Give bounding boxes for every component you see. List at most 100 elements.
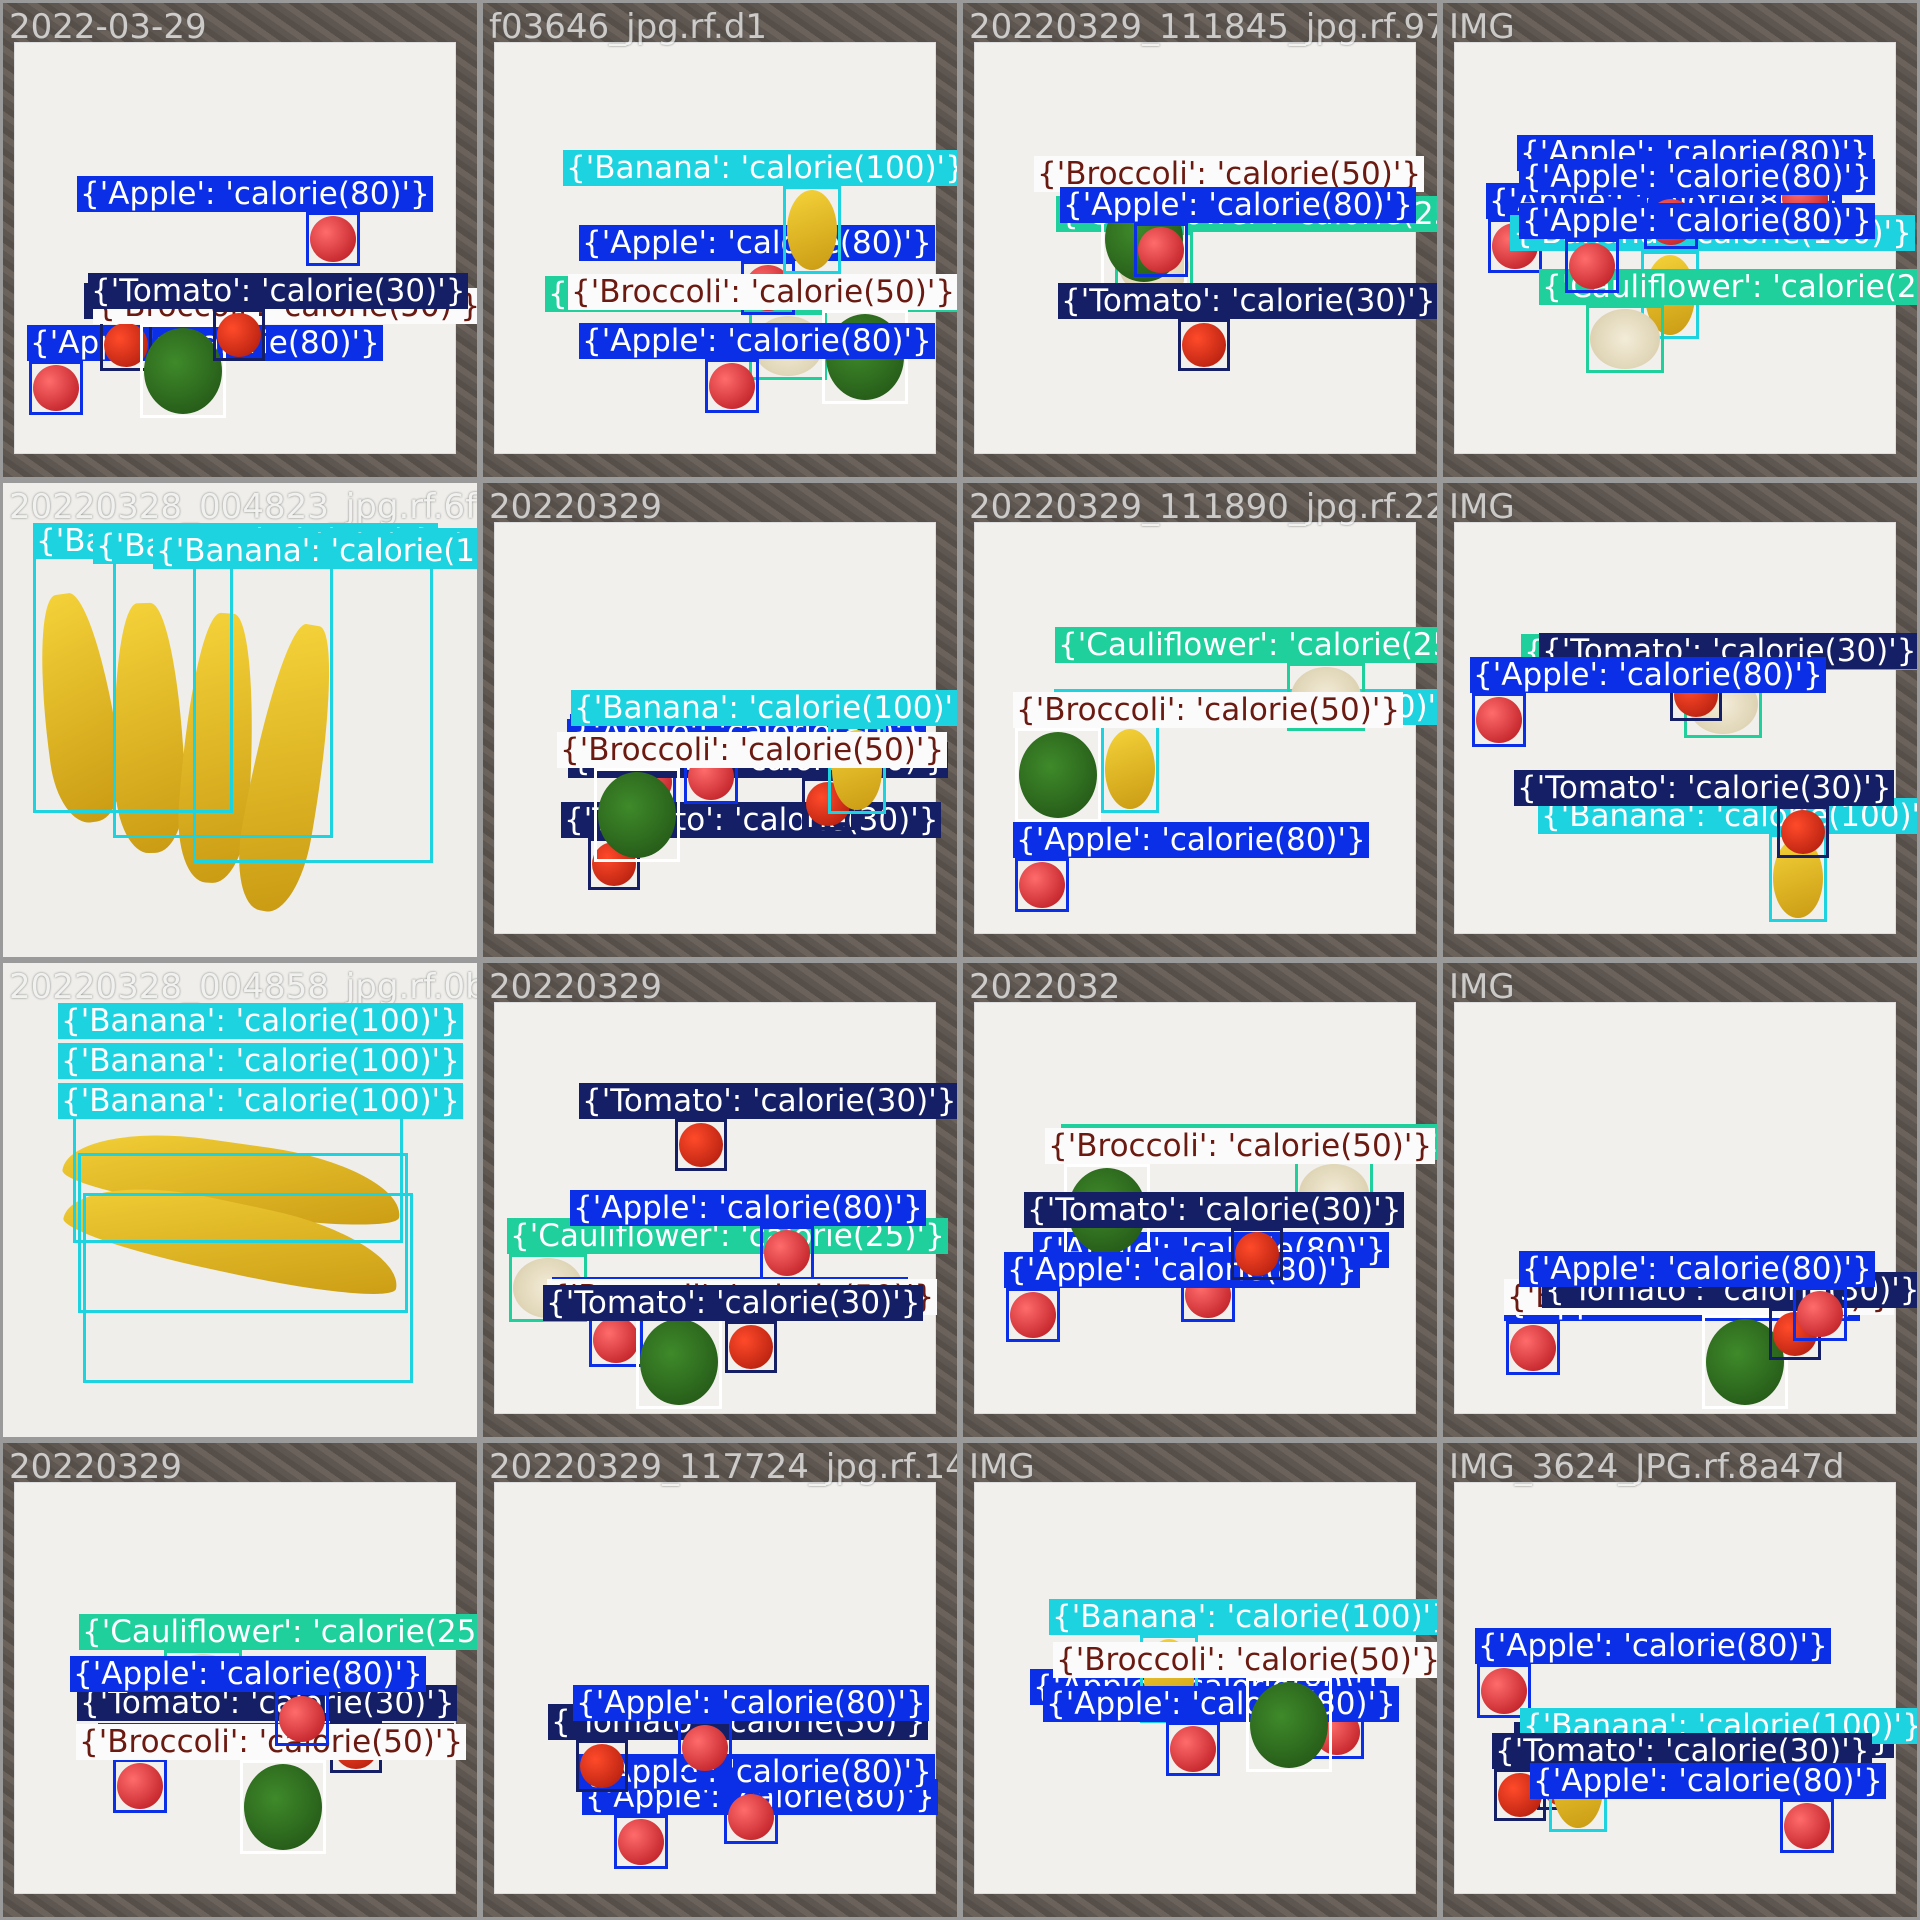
bounding-box (1586, 305, 1664, 373)
bounding-box (240, 1760, 326, 1854)
detection-label: {'Apple': 'calorie(80)'} (579, 225, 935, 261)
bounding-box (1793, 1287, 1847, 1341)
detection-label: {'Apple': 'calorie(80)'} (1475, 1628, 1831, 1664)
bounding-box (213, 309, 265, 361)
tile-filename: 20220328_004823_jpg.rf.6f (9, 487, 478, 527)
detection-mosaic: 2022-03-29 {'Apple': 'calorie(80)'} {'Toma… (0, 0, 1920, 1920)
bounding-box (724, 1790, 778, 1844)
tile-filename: f03646_jpg.rf.d1 (489, 7, 768, 47)
bounding-box (1506, 1321, 1560, 1375)
bounding-box (193, 563, 433, 863)
detection-label: {'Tomato': 'calorie(30)'} (1024, 1192, 1405, 1228)
detection-label: {'Broccoli': 'calorie(50)'} (1045, 1128, 1436, 1164)
tile-filename: 20220329 (9, 1447, 183, 1487)
detection-label: {'Banana': 'calorie(100)'} (1049, 1599, 1437, 1635)
tile-filename: 2022032 (969, 967, 1121, 1007)
bounding-box (675, 1119, 727, 1171)
detection-label: {'Broccoli': 'calorie(50)'} (568, 274, 957, 310)
bounding-box (275, 1692, 329, 1746)
image-tile: IMG{'Cauliflower': 'calorie(25)'}{'Tomat… (1440, 480, 1920, 960)
bounding-box (1231, 1228, 1283, 1280)
bounding-box (29, 361, 83, 415)
bounding-box (725, 1321, 777, 1373)
detection-label: {'Banana': 'calorie(100)'} (58, 1043, 463, 1079)
detection-label: {'Apple': 'calorie(80)'} (579, 323, 935, 359)
tile-filename: IMG (969, 1447, 1035, 1487)
tile-filename: 20220329 (489, 967, 663, 1007)
bounding-box (1565, 239, 1619, 293)
bounding-box (576, 1740, 628, 1792)
bounding-box (705, 359, 759, 413)
image-tile: 20220328_004823_jpg.rf.6f {'Banana': 'cal… (0, 480, 480, 960)
tile-filename: 2022-03-29 (9, 7, 207, 47)
bounding-box (83, 1193, 413, 1383)
bounding-box (1472, 693, 1526, 747)
tile-filename: 20220329_117724_jpg.rf.14e (489, 1447, 960, 1487)
detection-label: {'Apple': 'calorie(80)'} (1013, 822, 1369, 858)
detection-label: {'Banana': 'calorie(100)'} (58, 1083, 463, 1119)
image-tile: IMG {'Apple': 'calorie(80)'} {'Banana': 'c… (960, 1440, 1440, 1920)
bounding-box (113, 1759, 167, 1813)
detection-label: {'Apple': 'calorie(80)'} (1519, 203, 1875, 239)
detection-label: {'Banana': 'calorie(100)'} (58, 1003, 463, 1039)
image-tile: 20220329_117724_jpg.rf.14e {'Apple': 'cal… (480, 1440, 960, 1920)
detection-label: {'Tomato': 'calorie(30)'} (88, 273, 469, 309)
image-tile: 20220329_111890_jpg.rf.22{'Banana': 'cal… (960, 480, 1440, 960)
bounding-box (614, 1815, 668, 1869)
detection-label: {'Apple': 'calorie(80)'} (573, 1685, 929, 1721)
bounding-box (1101, 725, 1159, 813)
detection-label: {'Banana': 'calorie(100)'} (153, 533, 477, 569)
image-tile: IMG_3624_JPG.rf.8a47d {'Apple': 'calorie(… (1440, 1440, 1920, 1920)
detection-label: {'Apple': 'calorie(80)'} (1004, 1252, 1360, 1288)
image-tile: IMG{'Apple': 'calorie(80)'}{'Banana': 'c… (1440, 0, 1920, 480)
detection-label: {'Tomato': 'calorie(30)'} (1514, 770, 1895, 806)
detection-label: {'Apple': 'calorie(80)'} (1043, 1686, 1399, 1722)
image-tile: 20220329_111845_jpg.rf.97{'Cauliflower':… (960, 0, 1440, 480)
image-tile: f03646_jpg.rf.d1{'Cauliflower': 'calorie… (480, 0, 960, 480)
tile-filename: 20220329_111845_jpg.rf.97 (969, 7, 1440, 47)
tile-filename: IMG_3624_JPG.rf.8a47d (1449, 1447, 1845, 1487)
image-tile: 20220329 {'Apple': 'calorie(80)'} {'Caulif… (0, 1440, 480, 1920)
tile-filename: IMG (1449, 967, 1515, 1007)
bounding-box (594, 768, 680, 862)
bounding-box (1134, 223, 1188, 277)
bounding-box (1246, 1678, 1332, 1772)
detection-label: {'Apple': 'calorie(80)'} (579, 1754, 935, 1790)
tile-filename: 20220329_111890_jpg.rf.22 (969, 487, 1440, 527)
detection-label: {'Apple': 'calorie(80)'} (1519, 1251, 1875, 1287)
detection-label: {'Banana': 'calorie(100)'} (571, 690, 957, 726)
tile-filename: 20220329 (489, 487, 663, 527)
image-tile: 20220329 {'Cauliflower': 'calorie(25)'} {'… (480, 960, 960, 1440)
detection-label: {'Tomato': 'calorie(30)'} (579, 1083, 957, 1119)
detection-label: {'Broccoli': 'calorie(50)'} (1013, 692, 1404, 728)
detection-label: {'Apple': 'calorie(80)'} (70, 1656, 426, 1692)
detection-label: {'Apple': 'calorie(80)'} (570, 1190, 926, 1226)
detection-label: {'Tomato': 'calorie(30)'} (1058, 283, 1437, 319)
detection-label: {'Cauliflower': 'calorie(25)'} (1055, 627, 1437, 663)
detection-label: {'Broccoli': 'calorie(50)'} (1053, 1642, 1437, 1678)
detection-label: {'Apple': 'calorie(80)'} (77, 176, 433, 212)
bounding-box (678, 1721, 732, 1775)
white-tablecloth (975, 43, 1415, 453)
image-tile: 2022032{'Cauliflower': 'calorie(25)'}{'A… (960, 960, 1440, 1440)
detection-label: {'Broccoli': 'calorie(50)'} (557, 732, 948, 768)
detection-label: {'Tomato': 'calorie(30)'} (543, 1285, 924, 1321)
bounding-box (760, 1226, 814, 1280)
detection-label: {'Cauliflower': 'calorie(25)'} (79, 1614, 477, 1650)
bounding-box (306, 212, 360, 266)
tile-filename: IMG (1449, 487, 1515, 527)
tile-filename: IMG (1449, 7, 1515, 47)
bounding-box (589, 1313, 643, 1367)
bounding-box (783, 186, 841, 274)
image-tile: 20220329{'Apple': 'calorie(80)'}{'Tomato… (480, 480, 960, 960)
detection-label: {'Apple': 'calorie(80)'} (1470, 657, 1826, 693)
detection-label: {'Apple': 'calorie(80)'} (1530, 1763, 1886, 1799)
bounding-box (1015, 728, 1101, 822)
bounding-box (1780, 1799, 1834, 1853)
image-tile: 2022-03-29 {'Apple': 'calorie(80)'} {'Toma… (0, 0, 480, 480)
bounding-box (1006, 1288, 1060, 1342)
detection-label: {'Apple': 'calorie(80)'} (1060, 187, 1416, 223)
detection-label: {'Banana': 'calorie(100)'} (563, 150, 957, 186)
bounding-box (1777, 806, 1829, 858)
bounding-box (1015, 858, 1069, 912)
